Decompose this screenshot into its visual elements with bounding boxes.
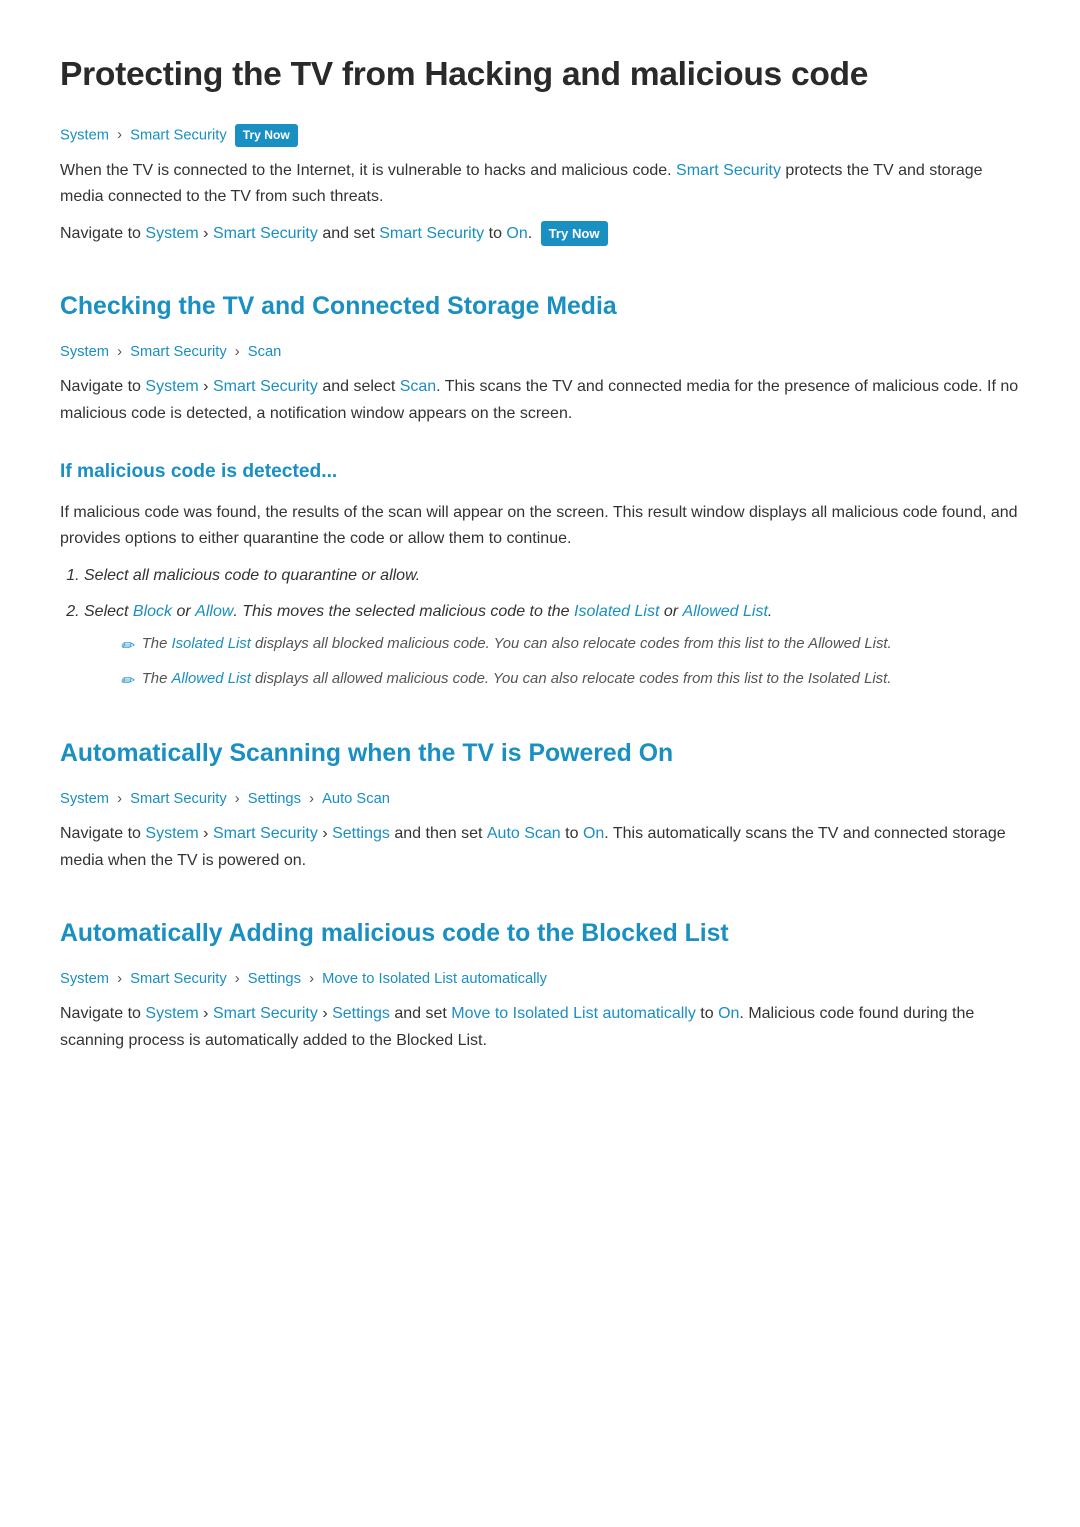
auto-scan-paragraph: Navigate to System › Smart Security › Se…: [60, 821, 1020, 874]
block-link[interactable]: Block: [133, 603, 172, 620]
scan-link-1[interactable]: Scan: [400, 378, 436, 395]
bc-system-4[interactable]: System: [60, 971, 109, 987]
system-link-2[interactable]: System: [145, 225, 198, 242]
allowed-list-link-1[interactable]: Allowed List: [683, 603, 768, 620]
auto-block-paragraph: Navigate to System › Smart Security › Se…: [60, 1001, 1020, 1054]
smart-security-link-6[interactable]: Smart Security: [213, 1005, 318, 1022]
bc-move-to-isolated[interactable]: Move to Isolated List automatically: [322, 971, 547, 987]
system-link-5[interactable]: System: [145, 1005, 198, 1022]
checking-heading: Checking the TV and Connected Storage Me…: [60, 287, 1020, 327]
isolated-list-link-2[interactable]: Isolated List: [171, 636, 250, 652]
auto-block-heading: Automatically Adding malicious code to t…: [60, 914, 1020, 954]
on-text-1: On: [506, 225, 527, 242]
smart-security-link-3[interactable]: Smart Security: [379, 225, 484, 242]
isolated-list-link-1[interactable]: Isolated List: [574, 603, 659, 620]
bc-smart-security-4[interactable]: Smart Security: [130, 971, 227, 987]
intro-paragraph-2: Navigate to System › Smart Security and …: [60, 221, 1020, 247]
bc-system-3[interactable]: System: [60, 791, 109, 807]
note-1: ✏ The Isolated List displays all blocked…: [120, 633, 1020, 659]
on-text-2: On: [583, 825, 604, 842]
try-now-badge-2[interactable]: Try Now: [541, 221, 608, 247]
note-1-text: The Isolated List displays all blocked m…: [142, 633, 892, 656]
smart-security-link-2[interactable]: Smart Security: [213, 225, 318, 242]
auto-block-breadcrumb: System › Smart Security › Settings › Mov…: [60, 968, 1020, 992]
bc-system-2[interactable]: System: [60, 344, 109, 360]
breadcrumb-smart-security[interactable]: Smart Security: [130, 127, 227, 143]
step-1: Select all malicious code to quarantine …: [84, 563, 1020, 589]
smart-security-link-1[interactable]: Smart Security: [676, 162, 781, 179]
bc-smart-security-3[interactable]: Smart Security: [130, 791, 227, 807]
note-icon-1: ✏: [120, 634, 134, 659]
allowed-list-link-2[interactable]: Allowed List: [171, 671, 250, 687]
settings-link-2[interactable]: Settings: [332, 1005, 390, 1022]
auto-scan-breadcrumb: System › Smart Security › Settings › Aut…: [60, 788, 1020, 812]
bc-settings-2[interactable]: Settings: [248, 971, 301, 987]
allow-link[interactable]: Allow: [195, 603, 233, 620]
settings-link-1[interactable]: Settings: [332, 825, 390, 842]
system-link-3[interactable]: System: [145, 378, 198, 395]
detected-section: If malicious code is detected... If mali…: [60, 457, 1020, 694]
steps-list: Select all malicious code to quarantine …: [84, 563, 1020, 695]
checking-breadcrumb: System › Smart Security › Scan: [60, 341, 1020, 365]
notes-list: ✏ The Isolated List displays all blocked…: [120, 633, 1020, 694]
intro-section: System › Smart Security Try Now When the…: [60, 124, 1020, 247]
try-now-badge-1[interactable]: Try Now: [235, 124, 298, 147]
bc-smart-security-2[interactable]: Smart Security: [130, 344, 227, 360]
note-icon-2: ✏: [120, 669, 134, 694]
bc-auto-scan[interactable]: Auto Scan: [322, 791, 390, 807]
detected-subheading: If malicious code is detected...: [60, 457, 1020, 488]
note-2-text: The Allowed List displays all allowed ma…: [142, 668, 892, 691]
auto-scan-heading: Automatically Scanning when the TV is Po…: [60, 734, 1020, 774]
smart-security-link-5[interactable]: Smart Security: [213, 825, 318, 842]
bc-scan[interactable]: Scan: [248, 344, 282, 360]
auto-scan-section: Automatically Scanning when the TV is Po…: [60, 734, 1020, 874]
move-to-isolated-link[interactable]: Move to Isolated List automatically: [451, 1005, 696, 1022]
breadcrumb-system[interactable]: System: [60, 127, 109, 143]
detected-paragraph: If malicious code was found, the results…: [60, 500, 1020, 553]
note-2: ✏ The Allowed List displays all allowed …: [120, 668, 1020, 694]
bc-settings-1[interactable]: Settings: [248, 791, 301, 807]
intro-paragraph-1: When the TV is connected to the Internet…: [60, 158, 1020, 211]
step-2: Select Block or Allow. This moves the se…: [84, 599, 1020, 694]
system-link-4[interactable]: System: [145, 825, 198, 842]
checking-paragraph: Navigate to System › Smart Security and …: [60, 374, 1020, 427]
auto-block-section: Automatically Adding malicious code to t…: [60, 914, 1020, 1054]
page-title: Protecting the TV from Hacking and malic…: [60, 48, 1020, 102]
intro-breadcrumb: System › Smart Security Try Now: [60, 124, 1020, 148]
auto-scan-link[interactable]: Auto Scan: [487, 825, 561, 842]
on-text-3: On: [718, 1005, 739, 1022]
smart-security-link-4[interactable]: Smart Security: [213, 378, 318, 395]
checking-section: Checking the TV and Connected Storage Me…: [60, 287, 1020, 427]
